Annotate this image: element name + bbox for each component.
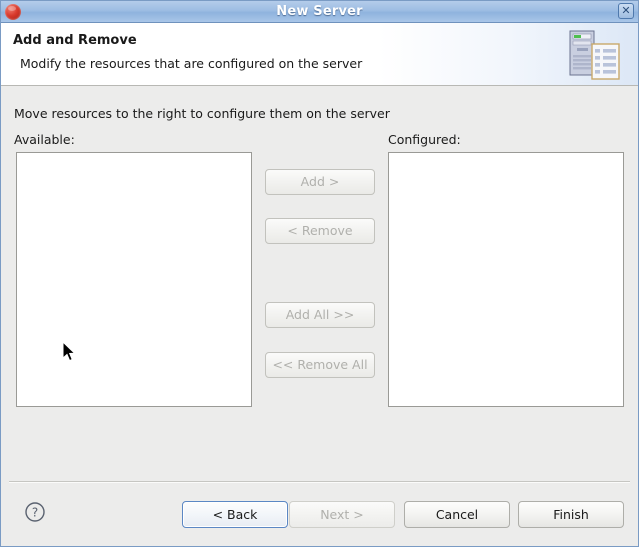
transfer-button-group: Add > < Remove Add All >> << Remove All <box>265 152 375 407</box>
app-icon <box>5 3 21 20</box>
question-mark-icon[interactable]: ? <box>24 501 46 523</box>
window-title: New Server <box>276 4 363 19</box>
available-list[interactable] <box>16 152 252 407</box>
dialog-body: Move resources to the right to configure… <box>1 86 638 482</box>
remove-button[interactable]: < Remove <box>265 218 375 244</box>
configured-list[interactable] <box>388 152 624 407</box>
remove-all-button[interactable]: << Remove All <box>265 352 375 378</box>
svg-text:?: ? <box>32 506 38 520</box>
new-server-dialog: New Server ✕ Add and Remove Modify the r… <box>0 0 639 547</box>
add-button[interactable]: Add > <box>265 169 375 195</box>
cancel-button[interactable]: Cancel <box>404 501 510 528</box>
page-subtitle: Modify the resources that are configured… <box>20 56 363 71</box>
next-button[interactable]: Next > <box>289 501 395 528</box>
instruction-text: Move resources to the right to configure… <box>14 106 390 121</box>
add-all-button[interactable]: Add All >> <box>265 302 375 328</box>
finish-button[interactable]: Finish <box>518 501 624 528</box>
back-button[interactable]: < Back <box>182 501 288 528</box>
page-title: Add and Remove <box>13 33 137 48</box>
footer-separator <box>9 481 630 483</box>
server-and-document-icon <box>569 30 620 80</box>
dialog-header: Add and Remove Modify the resources that… <box>1 23 638 86</box>
available-label: Available: <box>14 132 75 147</box>
configured-label: Configured: <box>388 132 461 147</box>
title-bar: New Server ✕ <box>1 1 638 23</box>
close-icon[interactable]: ✕ <box>618 3 634 19</box>
